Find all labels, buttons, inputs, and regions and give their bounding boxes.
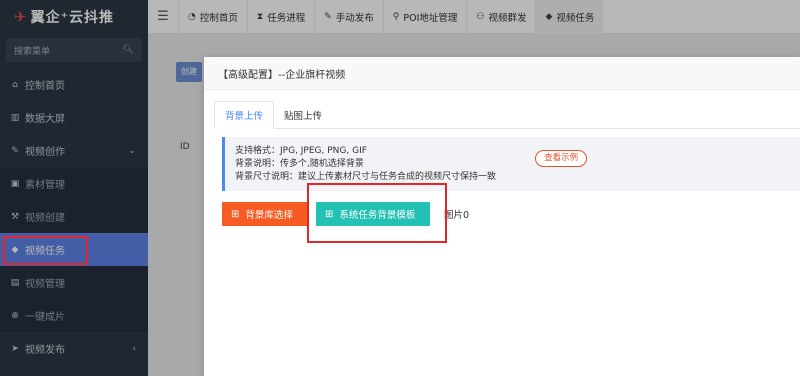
image-count: 图片0 [444,210,470,221]
button-label: 背景库选择 [245,210,293,221]
sidebar-highlight-box [3,236,88,265]
background-library-button[interactable]: ⊞ 背景库选择 [222,202,308,226]
background-info: 背景说明：传多个,随机选择背景 [235,159,364,169]
view-example-button[interactable]: 查看示例 [535,150,588,167]
button-highlight-box [307,183,447,243]
modal-title: 【高级配置】--企业旗杆视频 [204,57,800,90]
advanced-config-modal: 【高级配置】--企业旗杆视频 背景上传 贴图上传 支持格式：JPG, JPEG,… [204,57,800,376]
upload-tabs: 背景上传 贴图上传 [214,101,800,129]
tab-background-upload[interactable]: 背景上传 [214,101,275,129]
format-info: 支持格式：JPG, JPEG, PNG, GIF [235,146,367,156]
tab-sticker-upload[interactable]: 贴图上传 [274,101,332,129]
upload-icon: ⊞ [231,208,240,220]
